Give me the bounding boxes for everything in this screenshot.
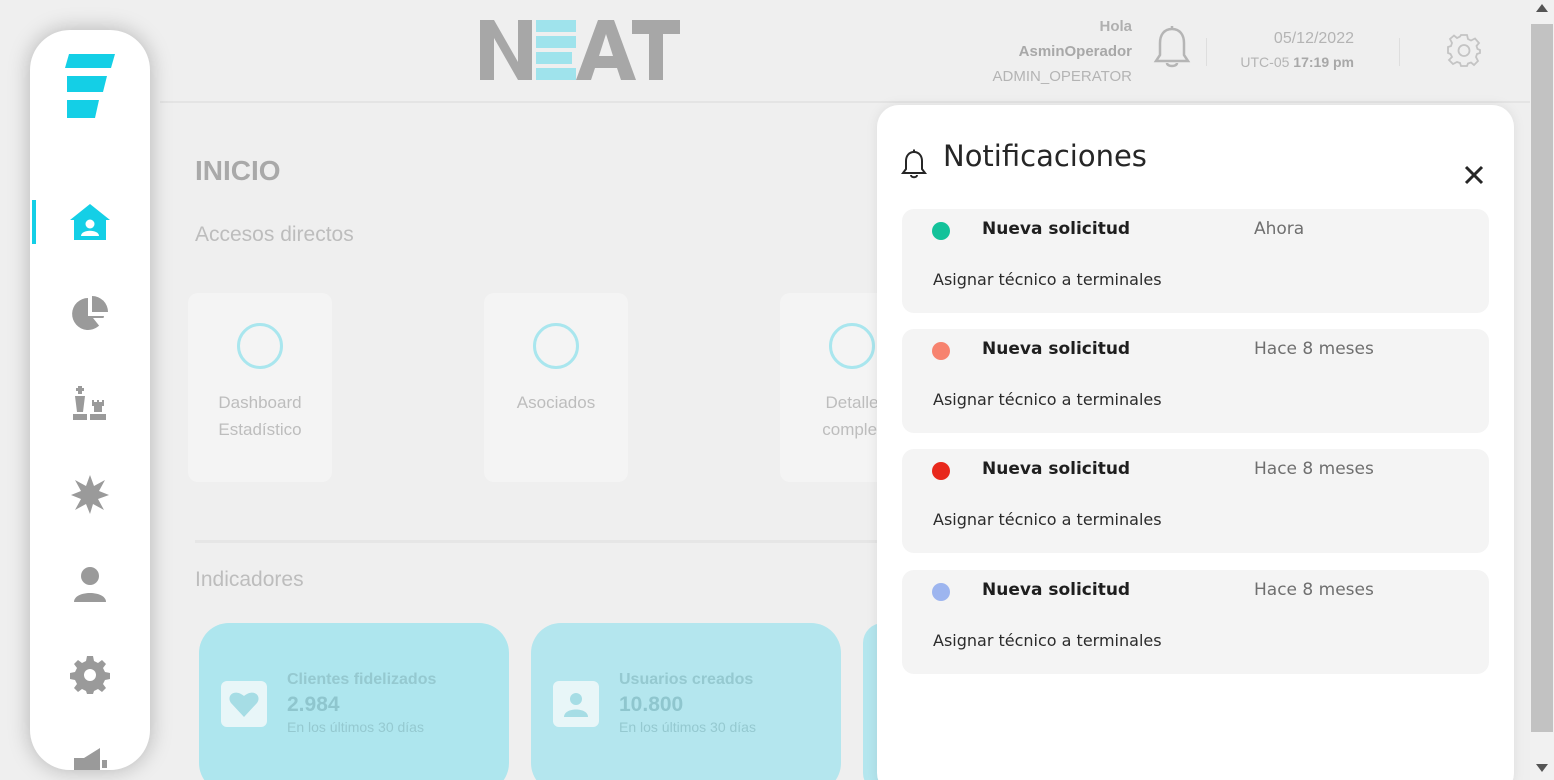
close-icon[interactable]	[1462, 163, 1486, 187]
notification-title: Nueva solicitud	[982, 339, 1131, 359]
user-role: ADMIN_OPERATOR	[992, 68, 1132, 85]
sidebar-item-announcements[interactable]	[68, 742, 112, 770]
notification-item[interactable]: Nueva solicitud Hace 8 meses Asignar téc…	[902, 329, 1489, 433]
neat-logo	[480, 20, 680, 80]
sidebar-active-indicator	[32, 200, 36, 244]
shortcut-label: Dashboard Estadístico	[218, 393, 302, 439]
status-dot	[932, 583, 950, 601]
scrollbar-thumb[interactable]	[1531, 24, 1553, 732]
megaphone-icon	[74, 748, 107, 770]
scroll-up-arrow-icon[interactable]	[1536, 4, 1548, 12]
shortcuts-heading: Accesos directos	[195, 223, 354, 246]
notification-item[interactable]: Nueva solicitud Ahora Asignar técnico a …	[902, 209, 1489, 313]
notification-description: Asignar técnico a terminales	[933, 510, 1162, 529]
greeting: Hola	[1099, 18, 1132, 35]
status-dot	[932, 462, 950, 480]
notifications-bell-icon[interactable]	[1153, 25, 1191, 71]
starburst-icon	[71, 475, 109, 514]
top-bar: Hola AsminOperador ADMIN_OPERATOR 05/12/…	[160, 0, 1530, 103]
sidebar-item-badge[interactable]	[68, 472, 112, 516]
divider	[1399, 38, 1400, 66]
indicator-title: Usuarios creados	[619, 671, 754, 688]
notifications-title: Notificaciones	[943, 139, 1147, 173]
date-time: 05/12/2022 UTC-05 17:19 pm	[1230, 28, 1354, 74]
notification-time: Hace 8 meses	[1254, 580, 1374, 600]
indicator-subtitle: En los últimos 30 días	[619, 719, 756, 735]
notification-description: Asignar técnico a terminales	[933, 390, 1162, 409]
time-line: UTC-05 17:19 pm	[1230, 50, 1354, 74]
shortcut-label: Asociados	[516, 393, 596, 412]
shortcut-circle-icon	[829, 323, 875, 369]
sidebar	[30, 30, 150, 770]
shortcut-asociados[interactable]: Asociados	[484, 293, 628, 482]
notification-title: Nueva solicitud	[982, 219, 1131, 239]
timezone: UTC-05	[1240, 54, 1290, 70]
indicator-card-usuarios[interactable]: Usuarios creados 10.800 En los últimos 3…	[531, 623, 841, 780]
notification-title: Nueva solicitud	[982, 580, 1131, 600]
bell-icon	[901, 149, 927, 179]
indicator-value: 2.984	[287, 693, 340, 716]
indicator-title: Clientes fidelizados	[287, 671, 437, 688]
sidebar-item-home[interactable]	[68, 200, 112, 244]
page-title: INICIO	[195, 155, 281, 186]
divider	[1206, 38, 1207, 66]
home-user-icon	[70, 204, 110, 240]
notification-time: Ahora	[1254, 219, 1305, 239]
notification-description: Asignar técnico a terminales	[933, 631, 1162, 650]
page-scrollbar[interactable]	[1530, 0, 1554, 780]
time: 17:19 pm	[1293, 54, 1354, 70]
shortcut-circle-icon	[237, 323, 283, 369]
scroll-down-arrow-icon[interactable]	[1536, 764, 1548, 772]
notification-description: Asignar técnico a terminales	[933, 270, 1162, 289]
sidebar-item-users[interactable]	[68, 562, 112, 606]
sidebar-item-settings[interactable]	[68, 652, 112, 696]
person-icon	[74, 567, 106, 602]
notification-time: Hace 8 meses	[1254, 339, 1374, 359]
gear-icon	[70, 656, 110, 694]
pie-chart-icon	[72, 296, 108, 330]
shortcut-circle-icon	[533, 323, 579, 369]
chess-pieces-icon	[73, 386, 106, 420]
notification-title: Nueva solicitud	[982, 459, 1131, 479]
brand-logo-icon	[65, 54, 115, 118]
notification-time: Hace 8 meses	[1254, 459, 1374, 479]
user-name: AsminOperador	[1018, 43, 1132, 60]
notifications-panel: Notificaciones Nueva solicitud Ahora Asi…	[877, 105, 1514, 780]
date: 05/12/2022	[1273, 30, 1354, 47]
user-info: Hola AsminOperador ADMIN_OPERATOR	[993, 14, 1132, 89]
section-divider	[195, 540, 885, 543]
indicator-subtitle: En los últimos 30 días	[287, 719, 424, 735]
notification-item[interactable]: Nueva solicitud Hace 8 meses Asignar téc…	[902, 449, 1489, 553]
user-card-icon	[553, 681, 599, 727]
heart-icon	[221, 681, 267, 727]
shortcut-dashboard[interactable]: Dashboard Estadístico	[188, 293, 332, 482]
sidebar-item-strategy[interactable]	[68, 382, 112, 426]
indicator-card-clientes[interactable]: Clientes fidelizados 2.984 En los último…	[199, 623, 509, 780]
notification-item[interactable]: Nueva solicitud Hace 8 meses Asignar téc…	[902, 570, 1489, 674]
indicators-heading: Indicadores	[195, 568, 304, 591]
status-dot	[932, 222, 950, 240]
settings-gear-icon[interactable]	[1447, 33, 1481, 67]
indicator-value: 10.800	[619, 693, 684, 716]
status-dot	[932, 342, 950, 360]
sidebar-item-statistics[interactable]	[68, 292, 112, 336]
